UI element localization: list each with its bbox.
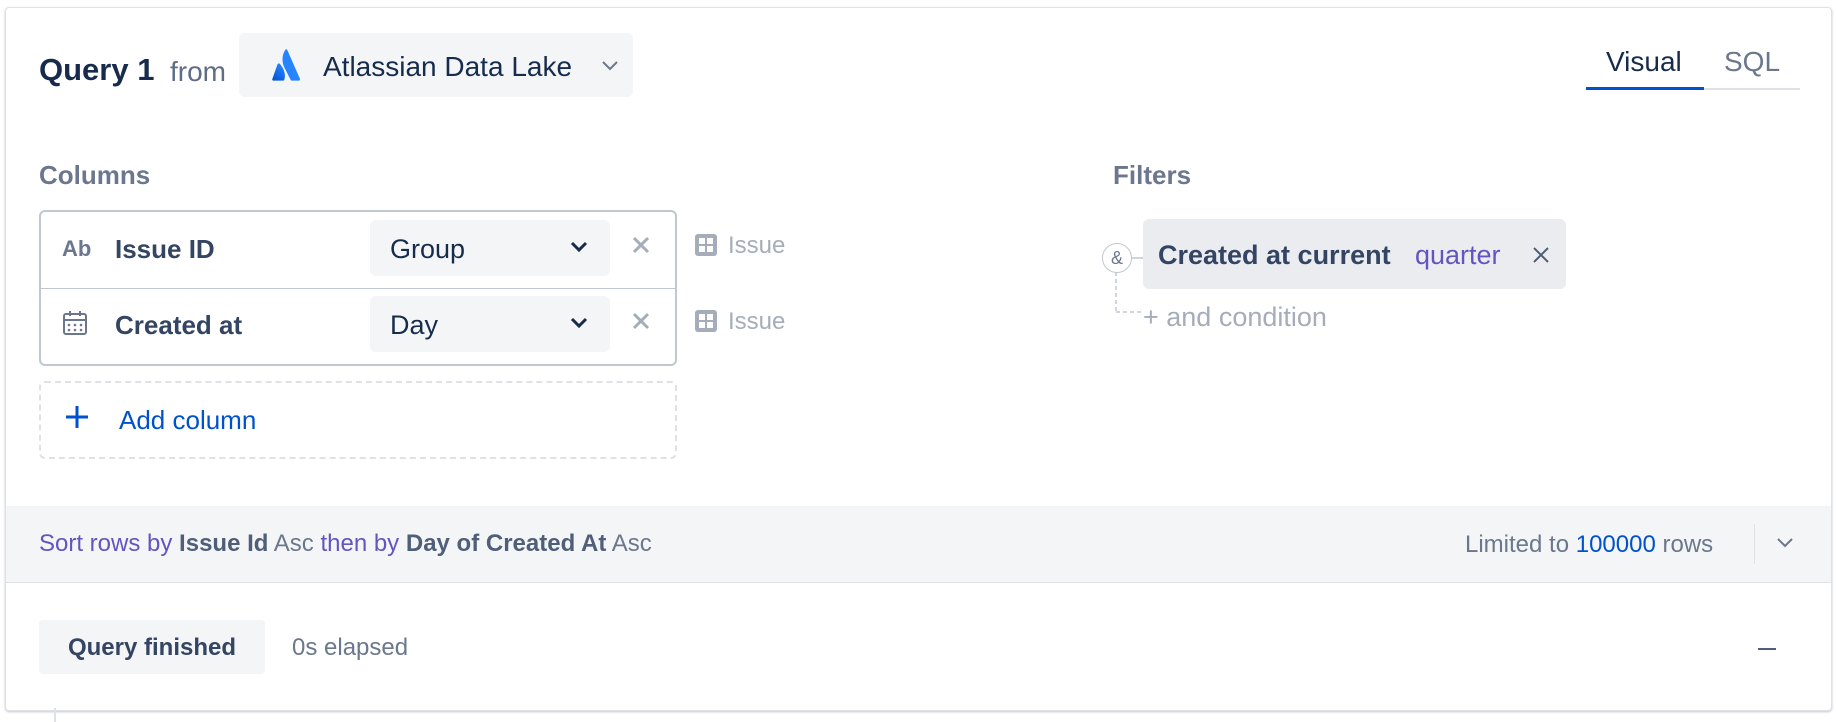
- row-limit-value: 100000: [1575, 531, 1656, 558]
- text-type-icon: Ab: [62, 236, 92, 261]
- elapsed-time: 0s elapsed: [292, 634, 409, 661]
- close-icon[interactable]: [631, 235, 651, 260]
- tree-line: [54, 708, 56, 722]
- aggregation-value: Day: [390, 310, 439, 340]
- filter-value[interactable]: quarter: [1415, 240, 1501, 271]
- column-row: Created at Day: [41, 288, 675, 364]
- chevron-down-icon[interactable]: [1776, 536, 1794, 554]
- sort-summary[interactable]: Sort rows by Issue Id Asc then by Day of…: [39, 530, 652, 558]
- divider: [1754, 524, 1755, 564]
- close-icon[interactable]: [1531, 245, 1551, 270]
- filter-conjunction-badge[interactable]: &: [1102, 243, 1132, 273]
- chevron-down-icon: [570, 316, 588, 334]
- column-row: Ab Issue ID Group: [41, 212, 675, 289]
- query-title: Query 1: [39, 52, 155, 87]
- table-icon: [694, 309, 718, 338]
- aggregation-select[interactable]: Day: [370, 296, 610, 352]
- query-from-label: from: [170, 56, 226, 87]
- calendar-icon: [62, 310, 88, 342]
- tab-sql[interactable]: SQL: [1724, 46, 1780, 78]
- column-entity-label: Issue: [728, 232, 786, 259]
- column-entity-label: Issue: [728, 308, 786, 335]
- column-name: Created at: [115, 310, 243, 340]
- columns-list: Ab Issue ID Group Created at Day: [39, 210, 677, 366]
- atlassian-logo-icon: [272, 49, 301, 86]
- aggregation-value: Group: [390, 234, 466, 264]
- tab-visual[interactable]: Visual: [1606, 46, 1682, 78]
- filter-chip[interactable]: Created at current quarter: [1143, 219, 1566, 289]
- column-name: Issue ID: [115, 234, 215, 264]
- minimize-icon[interactable]: [1758, 648, 1776, 650]
- filters-heading: Filters: [1113, 160, 1192, 190]
- close-icon[interactable]: [631, 311, 651, 336]
- add-column-label: Add column: [119, 405, 257, 435]
- add-column-button[interactable]: Add column: [39, 381, 677, 459]
- row-limit[interactable]: Limited to 100000 rows: [1465, 531, 1713, 559]
- filter-text: Created at current: [1158, 240, 1391, 270]
- tab-selected-indicator: [1586, 87, 1704, 90]
- data-source-name: Atlassian Data Lake: [323, 51, 573, 82]
- sort-bar: Sort rows by Issue Id Asc then by Day of…: [6, 506, 1831, 583]
- aggregation-select[interactable]: Group: [370, 220, 610, 276]
- chevron-down-icon: [570, 240, 588, 258]
- status-badge: Query finished: [39, 620, 265, 674]
- status-label: Query finished: [67, 634, 237, 661]
- plus-icon: [63, 403, 91, 436]
- query-editor-card: Query 1 from Atlassian Data Lake Visual …: [5, 7, 1832, 711]
- columns-heading: Columns: [39, 160, 151, 190]
- table-icon: [694, 233, 718, 262]
- data-source-select[interactable]: Atlassian Data Lake: [239, 33, 633, 97]
- chevron-down-icon: [601, 59, 619, 77]
- add-condition-button[interactable]: + and condition: [1143, 302, 1327, 333]
